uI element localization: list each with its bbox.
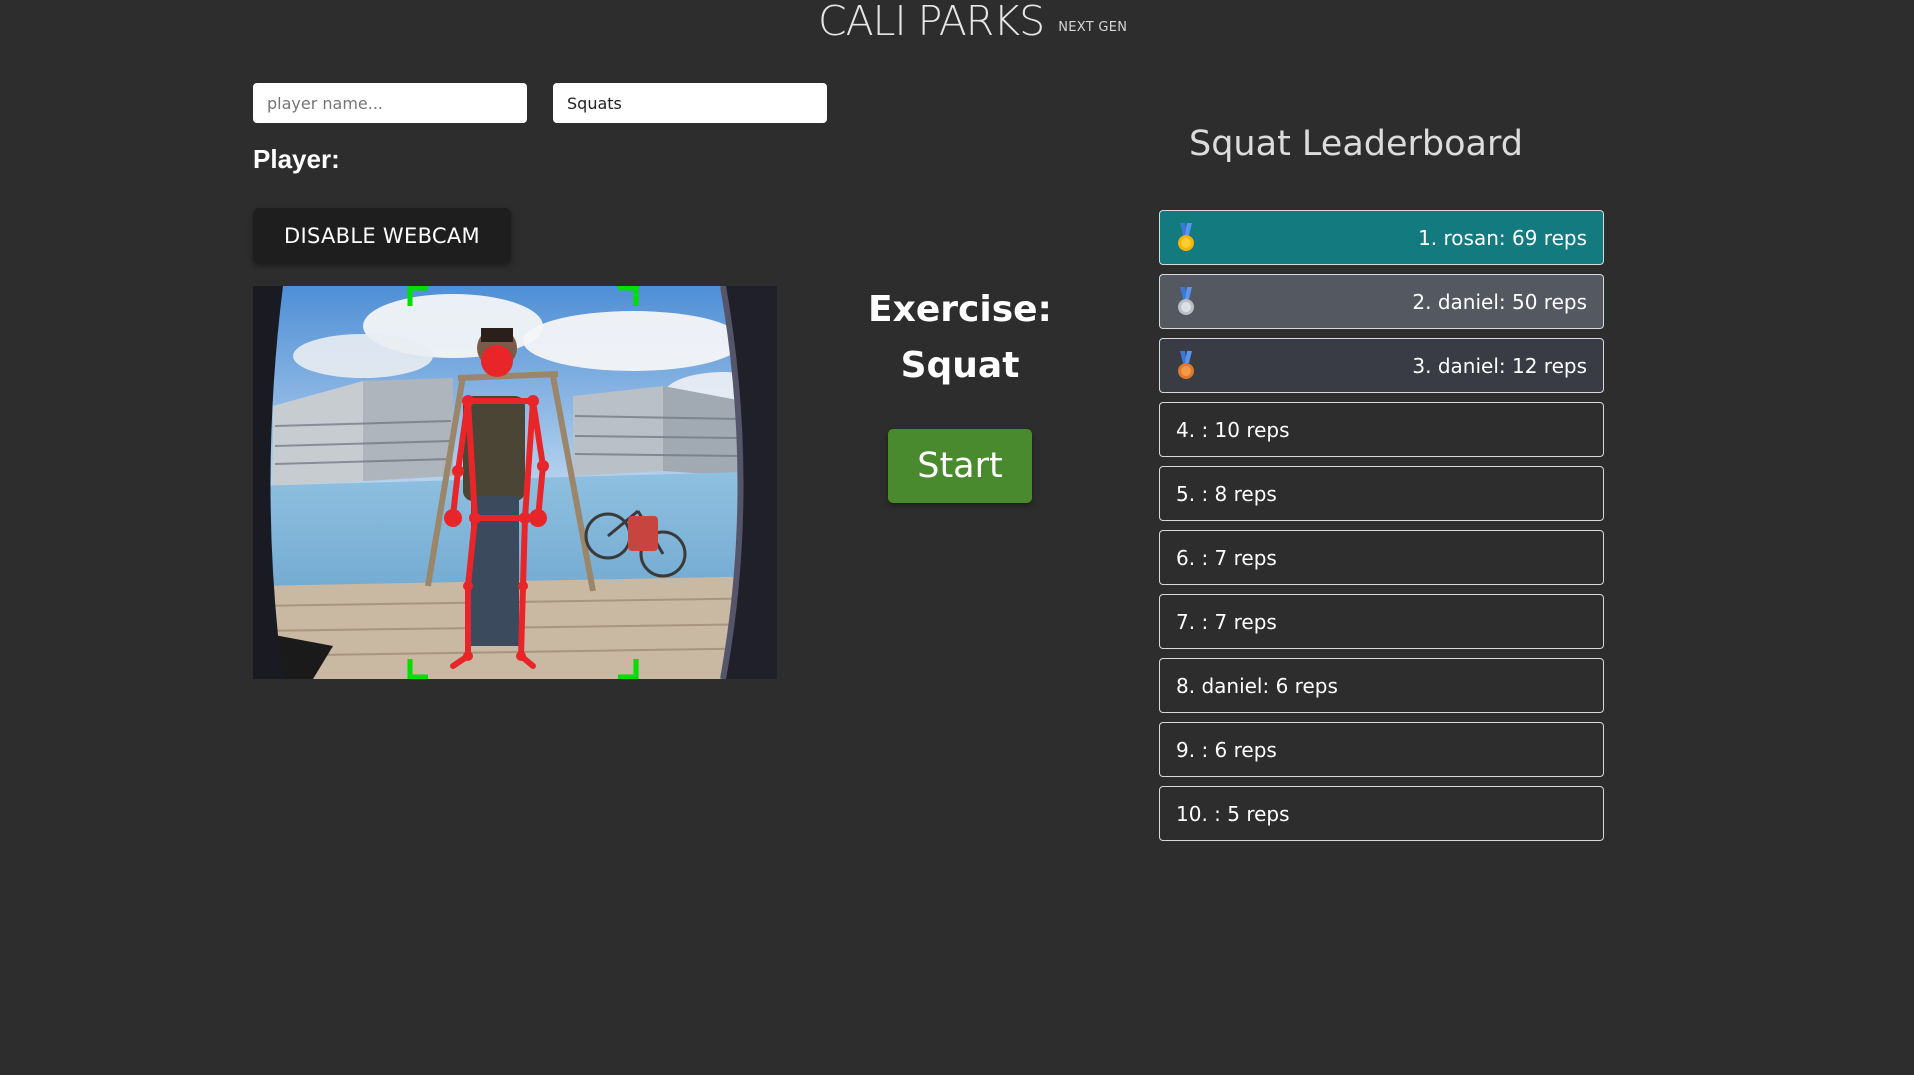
brand-subtitle: NEXT GEN	[1058, 20, 1128, 35]
brand-header: CALI PARKS NEXT GEN	[818, 0, 1127, 42]
leaderboard-row: 6. : 7 reps	[1159, 530, 1604, 585]
leaderboard-entry-text: 7. : 7 reps	[1176, 609, 1277, 634]
app-page: CALI PARKS NEXT GEN Squats Player: DISAB…	[0, 0, 1914, 1075]
leaderboard-row: 1. rosan: 69 reps	[1159, 210, 1604, 265]
exercise-name: Squat	[900, 345, 1020, 386]
leaderboard-entry-text: 10. : 5 reps	[1176, 801, 1290, 826]
player-name-input[interactable]	[253, 83, 527, 123]
leaderboard-entry-text: 8. daniel: 6 reps	[1176, 673, 1338, 698]
leaderboard-list: 1. rosan: 69 reps 2. daniel: 50 reps 3. …	[1159, 210, 1604, 850]
exercise-heading-label: Exercise:	[868, 289, 1052, 330]
player-label: Player:	[253, 144, 340, 174]
gold-medal-icon	[1178, 222, 1194, 251]
leaderboard-row: 3. daniel: 12 reps	[1159, 338, 1604, 393]
leaderboard-entry-text: 6. : 7 reps	[1176, 545, 1277, 570]
disable-webcam-button[interactable]: DISABLE WEBCAM	[253, 208, 511, 263]
leaderboard-entry-text: 3. daniel: 12 reps	[1412, 353, 1587, 378]
webcam-feed	[253, 286, 777, 679]
exercise-select[interactable]: Squats	[553, 83, 827, 123]
webcam-scene	[253, 286, 777, 679]
leaderboard-entry-text: 9. : 6 reps	[1176, 737, 1277, 762]
leaderboard-entry-text: 1. rosan: 69 reps	[1418, 225, 1587, 250]
leaderboard-entry-text: 4. : 10 reps	[1176, 417, 1290, 442]
leaderboard-row: 4. : 10 reps	[1159, 402, 1604, 457]
start-button[interactable]: Start	[888, 429, 1032, 503]
leaderboard-row: 8. daniel: 6 reps	[1159, 658, 1604, 713]
leaderboard-title: Squat Leaderboard	[1189, 124, 1523, 164]
exercise-heading: Exercise: Squat	[860, 282, 1060, 394]
leaderboard-entry-text: 5. : 8 reps	[1176, 481, 1277, 506]
leaderboard-row: 2. daniel: 50 reps	[1159, 274, 1604, 329]
leaderboard-row: 7. : 7 reps	[1159, 594, 1604, 649]
silver-medal-icon	[1178, 286, 1194, 315]
leaderboard-row: 10. : 5 reps	[1159, 786, 1604, 841]
brand-title: CALI PARKS	[818, 0, 1045, 45]
leaderboard-row: 9. : 6 reps	[1159, 722, 1604, 777]
leaderboard-entry-text: 2. daniel: 50 reps	[1412, 289, 1587, 314]
bronze-medal-icon	[1178, 350, 1194, 379]
exercise-select-value: Squats	[567, 93, 622, 113]
leaderboard-row: 5. : 8 reps	[1159, 466, 1604, 521]
